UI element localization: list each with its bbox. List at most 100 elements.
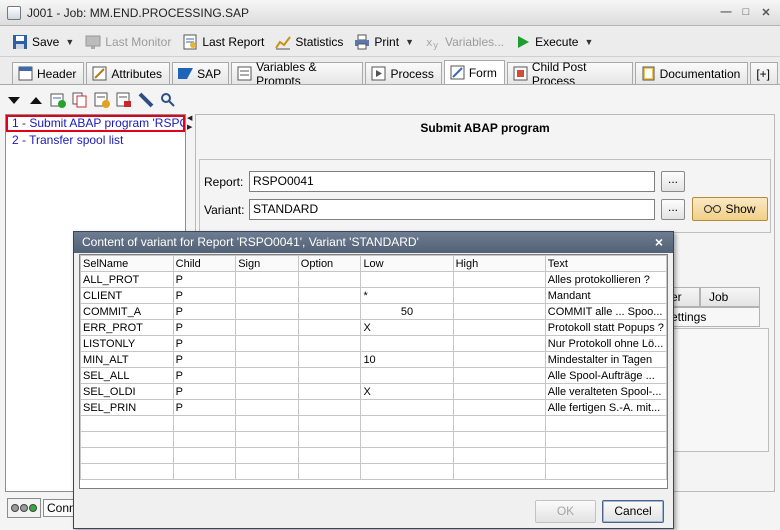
variables-icon: xy [425,34,441,51]
report-browse-button[interactable]: ... [661,171,685,192]
app-icon [7,5,21,20]
report-field[interactable]: RSPO0041 [249,171,655,192]
variant-browse-button[interactable]: ... [661,199,685,220]
empty-cell [360,415,454,432]
tab-process[interactable]: Process [365,62,442,84]
empty-cell [172,415,237,432]
table-cell: P [172,383,237,400]
column-header[interactable]: Sign [235,255,299,272]
table-cell [297,271,362,288]
cancel-button[interactable]: Cancel [602,500,664,523]
tab-form[interactable]: Form [443,60,505,84]
main-toolbar: Save ▼ Last Monitor Last Report Statisti… [0,27,780,57]
edit-step-icon[interactable] [94,92,110,108]
empty-cell [80,415,174,432]
last-monitor-button[interactable]: Last Monitor [81,30,175,54]
table-row[interactable]: SEL_OLDI P X Alle veralteten Spool-... [80,383,668,400]
table-cell: P [172,287,237,304]
print-dropdown-icon[interactable]: ▼ [405,37,414,47]
table-cell [360,399,454,416]
table-cell [452,351,546,368]
add-step-icon[interactable] [50,92,66,108]
table-cell: CLIENT [80,287,174,304]
column-header[interactable]: High [452,255,546,272]
show-variant-button[interactable]: Show [692,197,768,221]
column-header[interactable]: Child [172,255,237,272]
tab-variables-prompts[interactable]: Variables & Prompts [231,60,364,88]
table-cell: * [360,287,454,304]
tab-attributes[interactable]: Attributes [86,62,171,84]
move-up-icon[interactable] [28,92,44,108]
table-row[interactable]: SEL_PRIN P Alle fertigen S.-A. mit... [80,399,668,416]
minimize-icon[interactable]: — [718,4,734,20]
copy-step-icon[interactable] [72,92,88,108]
empty-cell [452,431,546,448]
variables-prompts-icon [237,66,252,81]
table-cell: SEL_OLDI [80,383,174,400]
variables-button[interactable]: xy Variables... [421,30,508,54]
expand-right-icon[interactable]: ▶ [187,123,194,132]
column-header[interactable]: SelName [80,255,174,272]
ok-button[interactable]: OK [535,500,596,523]
report-icon [182,34,198,50]
table-body: ALL_PROT P Alles protokollieren ? CLIENT P * M… [80,271,668,480]
variant-label: Variant: [204,203,245,217]
column-header[interactable]: Option [297,255,362,272]
table-row[interactable]: COMMIT_A P 50 COMMIT alle ... Spoo... [80,303,668,320]
table-cell: 10 [360,351,454,368]
save-button[interactable]: Save ▼ [8,30,78,54]
last-report-button[interactable]: Last Report [178,30,268,54]
move-down-icon[interactable] [6,92,22,108]
empty-cell [544,415,668,432]
statistics-button[interactable]: Statistics [271,30,347,54]
table-cell [360,271,454,288]
table-cell: Alle veralteten Spool-... [544,383,668,400]
column-header[interactable]: Low [360,255,454,272]
empty-cell [297,463,362,480]
check-variant-icon[interactable] [138,92,154,108]
table-row[interactable]: CLIENT P * Mandant [80,287,668,304]
empty-cell [172,447,237,464]
title-bar: J001 - Job: MM.END.PROCESSING.SAP — □ ✕ [0,0,780,26]
tab-settings[interactable]: ettings [662,307,760,327]
tab-documentation[interactable]: Documentation [634,62,749,84]
dialog-close-icon[interactable]: × [655,232,663,253]
tab-sap[interactable]: SAP [172,62,230,84]
table-cell [452,303,546,320]
column-header[interactable]: Text [544,255,668,272]
attributes-icon [92,66,107,81]
collapse-left-icon[interactable]: ◀ [187,114,194,123]
delete-step-icon[interactable] [116,92,132,108]
tab-job-log[interactable]: Job Log [700,287,760,322]
table-row[interactable]: ERR_PROT P X Protokoll statt Popups ? [80,319,668,336]
close-window-icon[interactable]: ✕ [758,4,774,20]
empty-row [80,463,668,480]
svg-text:x: x [426,36,433,49]
empty-cell [235,431,299,448]
play-icon [515,34,531,50]
table-row[interactable]: ALL_PROT P Alles protokollieren ? [80,271,668,288]
table-cell: COMMIT_A [80,303,174,320]
tree-item[interactable]: 2 - Transfer spool list [6,132,185,149]
tree-item[interactable]: 1 - Submit ABAP program 'RSPO0041' [6,115,185,132]
connection-status-icon [7,498,41,518]
tab-child-post-process[interactable]: Child Post Process [506,60,633,88]
search-variant-icon[interactable] [160,92,176,108]
execute-dropdown-icon[interactable]: ▼ [584,37,593,47]
save-dropdown-icon[interactable]: ▼ [65,37,74,47]
report-label: Report: [204,175,244,189]
execute-button[interactable]: Execute ▼ [511,30,597,54]
tab-add[interactable]: [+] [750,62,778,84]
tab-header[interactable]: Header [12,62,85,84]
table-cell: X [360,319,454,336]
table-cell [452,383,546,400]
table-row[interactable]: LISTONLY P Nur Protokoll ohne Lö... [80,335,668,352]
maximize-icon[interactable]: □ [738,4,754,20]
table-row[interactable]: MIN_ALT P 10 Mindestalter in Tagen [80,351,668,368]
variant-field[interactable]: STANDARD [249,199,655,220]
table-row[interactable]: SEL_ALL P Alle Spool-Aufträge ... [80,367,668,384]
empty-row [80,431,668,448]
empty-cell [297,415,362,432]
glasses-icon [704,202,722,217]
print-button[interactable]: Print ▼ [350,30,418,54]
